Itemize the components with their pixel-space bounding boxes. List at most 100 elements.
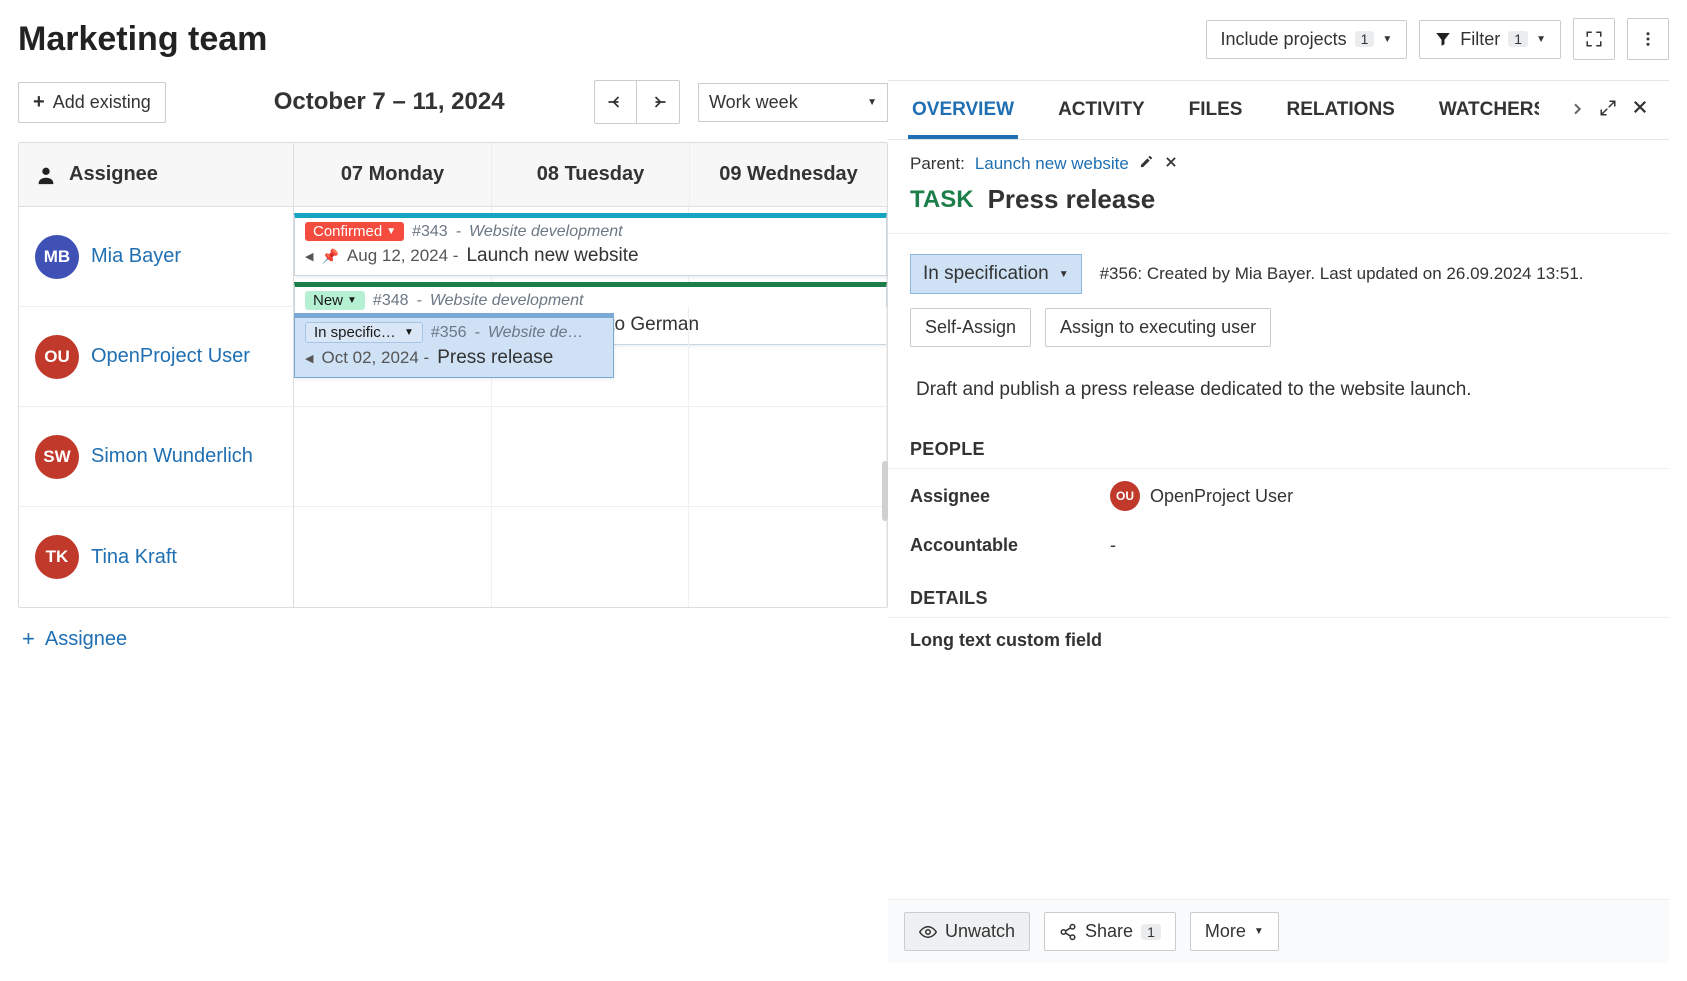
assignee-name[interactable]: Tina Kraft <box>91 546 177 569</box>
assign-executing-button[interactable]: Assign to executing user <box>1045 308 1271 347</box>
eye-icon <box>919 923 937 941</box>
chevron-down-icon: ▼ <box>1382 34 1392 45</box>
chevron-right-icon <box>1569 101 1585 117</box>
lane <box>294 407 887 506</box>
status-select[interactable]: In specification ▼ <box>910 254 1082 294</box>
tabs-scroll-right[interactable] <box>1569 101 1585 120</box>
wp-title: Press release <box>437 347 553 369</box>
day-column-header: 07 Monday <box>294 143 492 206</box>
assignee-cell[interactable]: TKTina Kraft <box>19 507 294 607</box>
open-fullscreen-button[interactable] <box>1599 99 1617 121</box>
assignee-avatar: OU <box>1110 481 1140 511</box>
lane-cell[interactable] <box>492 507 690 607</box>
chevron-down-icon: ▼ <box>1536 34 1546 45</box>
view-mode-select[interactable]: Work week ▼ <box>698 83 888 122</box>
tab-files[interactable]: FILES <box>1185 81 1247 139</box>
status-value: In specification <box>923 263 1049 285</box>
assignee-column-header[interactable]: Assignee <box>19 143 294 206</box>
add-assignee-button[interactable]: + Assignee <box>18 608 888 670</box>
include-projects-button[interactable]: Include projects 1 ▼ <box>1206 20 1408 59</box>
detail-panel: OVERVIEW ACTIVITY FILES RELATIONS WATCHERS P… <box>888 80 1669 963</box>
parent-row: Parent: Launch new website <box>888 140 1669 178</box>
assignee-cell[interactable]: OU OpenProject User <box>19 307 294 406</box>
kebab-icon <box>1639 30 1657 48</box>
wp-project: Website development <box>469 223 623 241</box>
panel-bottom-bar: Unwatch Share 1 More ▼ <box>888 899 1669 963</box>
task-title[interactable]: Press release <box>988 184 1156 215</box>
page-title: Marketing team <box>18 20 267 59</box>
prev-week-button[interactable] <box>595 81 637 123</box>
accountable-field-value[interactable]: - <box>1110 535 1116 556</box>
assignee-name[interactable]: Simon Wunderlich <box>91 445 253 468</box>
cards-stack <box>294 513 887 519</box>
expand-icon <box>1599 99 1617 117</box>
chevron-down-icon: ▼ <box>1059 269 1069 280</box>
team-board: Assignee 07 Monday08 Tuesday09 Wednesday… <box>18 142 888 608</box>
status-chip[interactable]: In specificati…▼ <box>305 322 423 343</box>
plus-icon: + <box>22 626 35 652</box>
lane-cell[interactable] <box>689 407 887 506</box>
more-button[interactable]: More ▼ <box>1190 912 1279 951</box>
view-mode-value: Work week <box>709 92 798 113</box>
close-icon <box>1164 155 1178 169</box>
include-projects-count: 1 <box>1355 31 1375 47</box>
avatar: OU <box>35 335 79 379</box>
self-assign-button[interactable]: Self-Assign <box>910 308 1031 347</box>
fullscreen-icon <box>1585 30 1603 48</box>
start-indicator-icon: ◀ <box>305 352 313 365</box>
date-range: October 7 – 11, 2024 <box>274 88 505 116</box>
lane-cell[interactable] <box>294 407 492 506</box>
lane-cell[interactable] <box>689 507 887 607</box>
share-count: 1 <box>1141 924 1161 940</box>
lane: In specificati…▼#356 - Website de…◀Oct 0… <box>294 307 887 406</box>
accountable-field-label: Accountable <box>910 535 1110 556</box>
next-week-button[interactable] <box>637 81 679 123</box>
assignee-name[interactable]: Mia Bayer <box>91 245 181 268</box>
edit-parent-button[interactable] <box>1139 154 1154 174</box>
chevron-down-icon: ▼ <box>1254 926 1264 937</box>
tab-relations[interactable]: RELATIONS <box>1282 81 1398 139</box>
lane-cell[interactable] <box>294 507 492 607</box>
wp-title: Launch new website <box>466 245 638 267</box>
wp-date: Oct 02, 2024 - <box>321 348 429 368</box>
tab-overview[interactable]: OVERVIEW <box>908 81 1018 139</box>
board-row: SWSimon Wunderlich <box>19 407 887 507</box>
task-description[interactable]: Draft and publish a press release dedica… <box>888 361 1669 419</box>
cards-stack <box>294 413 887 419</box>
assignee-field-label: Assignee <box>910 486 1110 507</box>
people-section-title: PEOPLE <box>888 419 1669 469</box>
header-actions: Include projects 1 ▼ Filter 1 ▼ <box>1206 18 1669 60</box>
tab-activity[interactable]: ACTIVITY <box>1054 81 1149 139</box>
more-menu-button[interactable] <box>1627 18 1669 60</box>
add-existing-button[interactable]: + Add existing <box>18 82 166 123</box>
wp-date: Aug 12, 2024 - <box>347 246 459 266</box>
tab-watchers[interactable]: WATCHERS <box>1435 81 1539 139</box>
work-package-card[interactable]: Confirmed▼#343 - Website development◀📌Au… <box>294 213 887 276</box>
assignee-name[interactable]: OpenProject User <box>91 345 250 368</box>
person-icon <box>35 164 57 186</box>
pencil-icon <box>1139 154 1154 169</box>
unwatch-button[interactable]: Unwatch <box>904 912 1030 951</box>
filter-button[interactable]: Filter 1 ▼ <box>1419 20 1561 59</box>
work-package-card[interactable]: In specificati…▼#356 - Website de…◀Oct 0… <box>294 313 614 378</box>
assignee-field-value[interactable]: OU OpenProject User <box>1110 481 1293 511</box>
parent-link[interactable]: Launch new website <box>975 154 1129 174</box>
assignee-cell[interactable]: SWSimon Wunderlich <box>19 407 294 506</box>
lane-cell[interactable] <box>492 407 690 506</box>
share-label: Share <box>1085 921 1133 942</box>
share-button[interactable]: Share 1 <box>1044 912 1176 951</box>
unwatch-label: Unwatch <box>945 921 1015 942</box>
close-icon <box>1631 98 1649 116</box>
avatar: MB <box>35 235 79 279</box>
board-row: MB Mia Bayer Confirmed▼#343 - Website deve… <box>19 207 887 307</box>
remove-parent-button[interactable] <box>1164 154 1178 174</box>
day-column-header: 08 Tuesday <box>492 143 690 206</box>
pin-icon: 📌 <box>321 248 338 265</box>
add-existing-label: Add existing <box>53 92 151 113</box>
close-panel-button[interactable] <box>1631 98 1649 122</box>
fullscreen-button[interactable] <box>1573 18 1615 60</box>
status-chip[interactable]: Confirmed▼ <box>305 222 404 241</box>
panel-resize-handle[interactable] <box>882 461 888 521</box>
more-label: More <box>1205 921 1246 942</box>
assignee-cell[interactable]: MB Mia Bayer <box>19 207 294 306</box>
